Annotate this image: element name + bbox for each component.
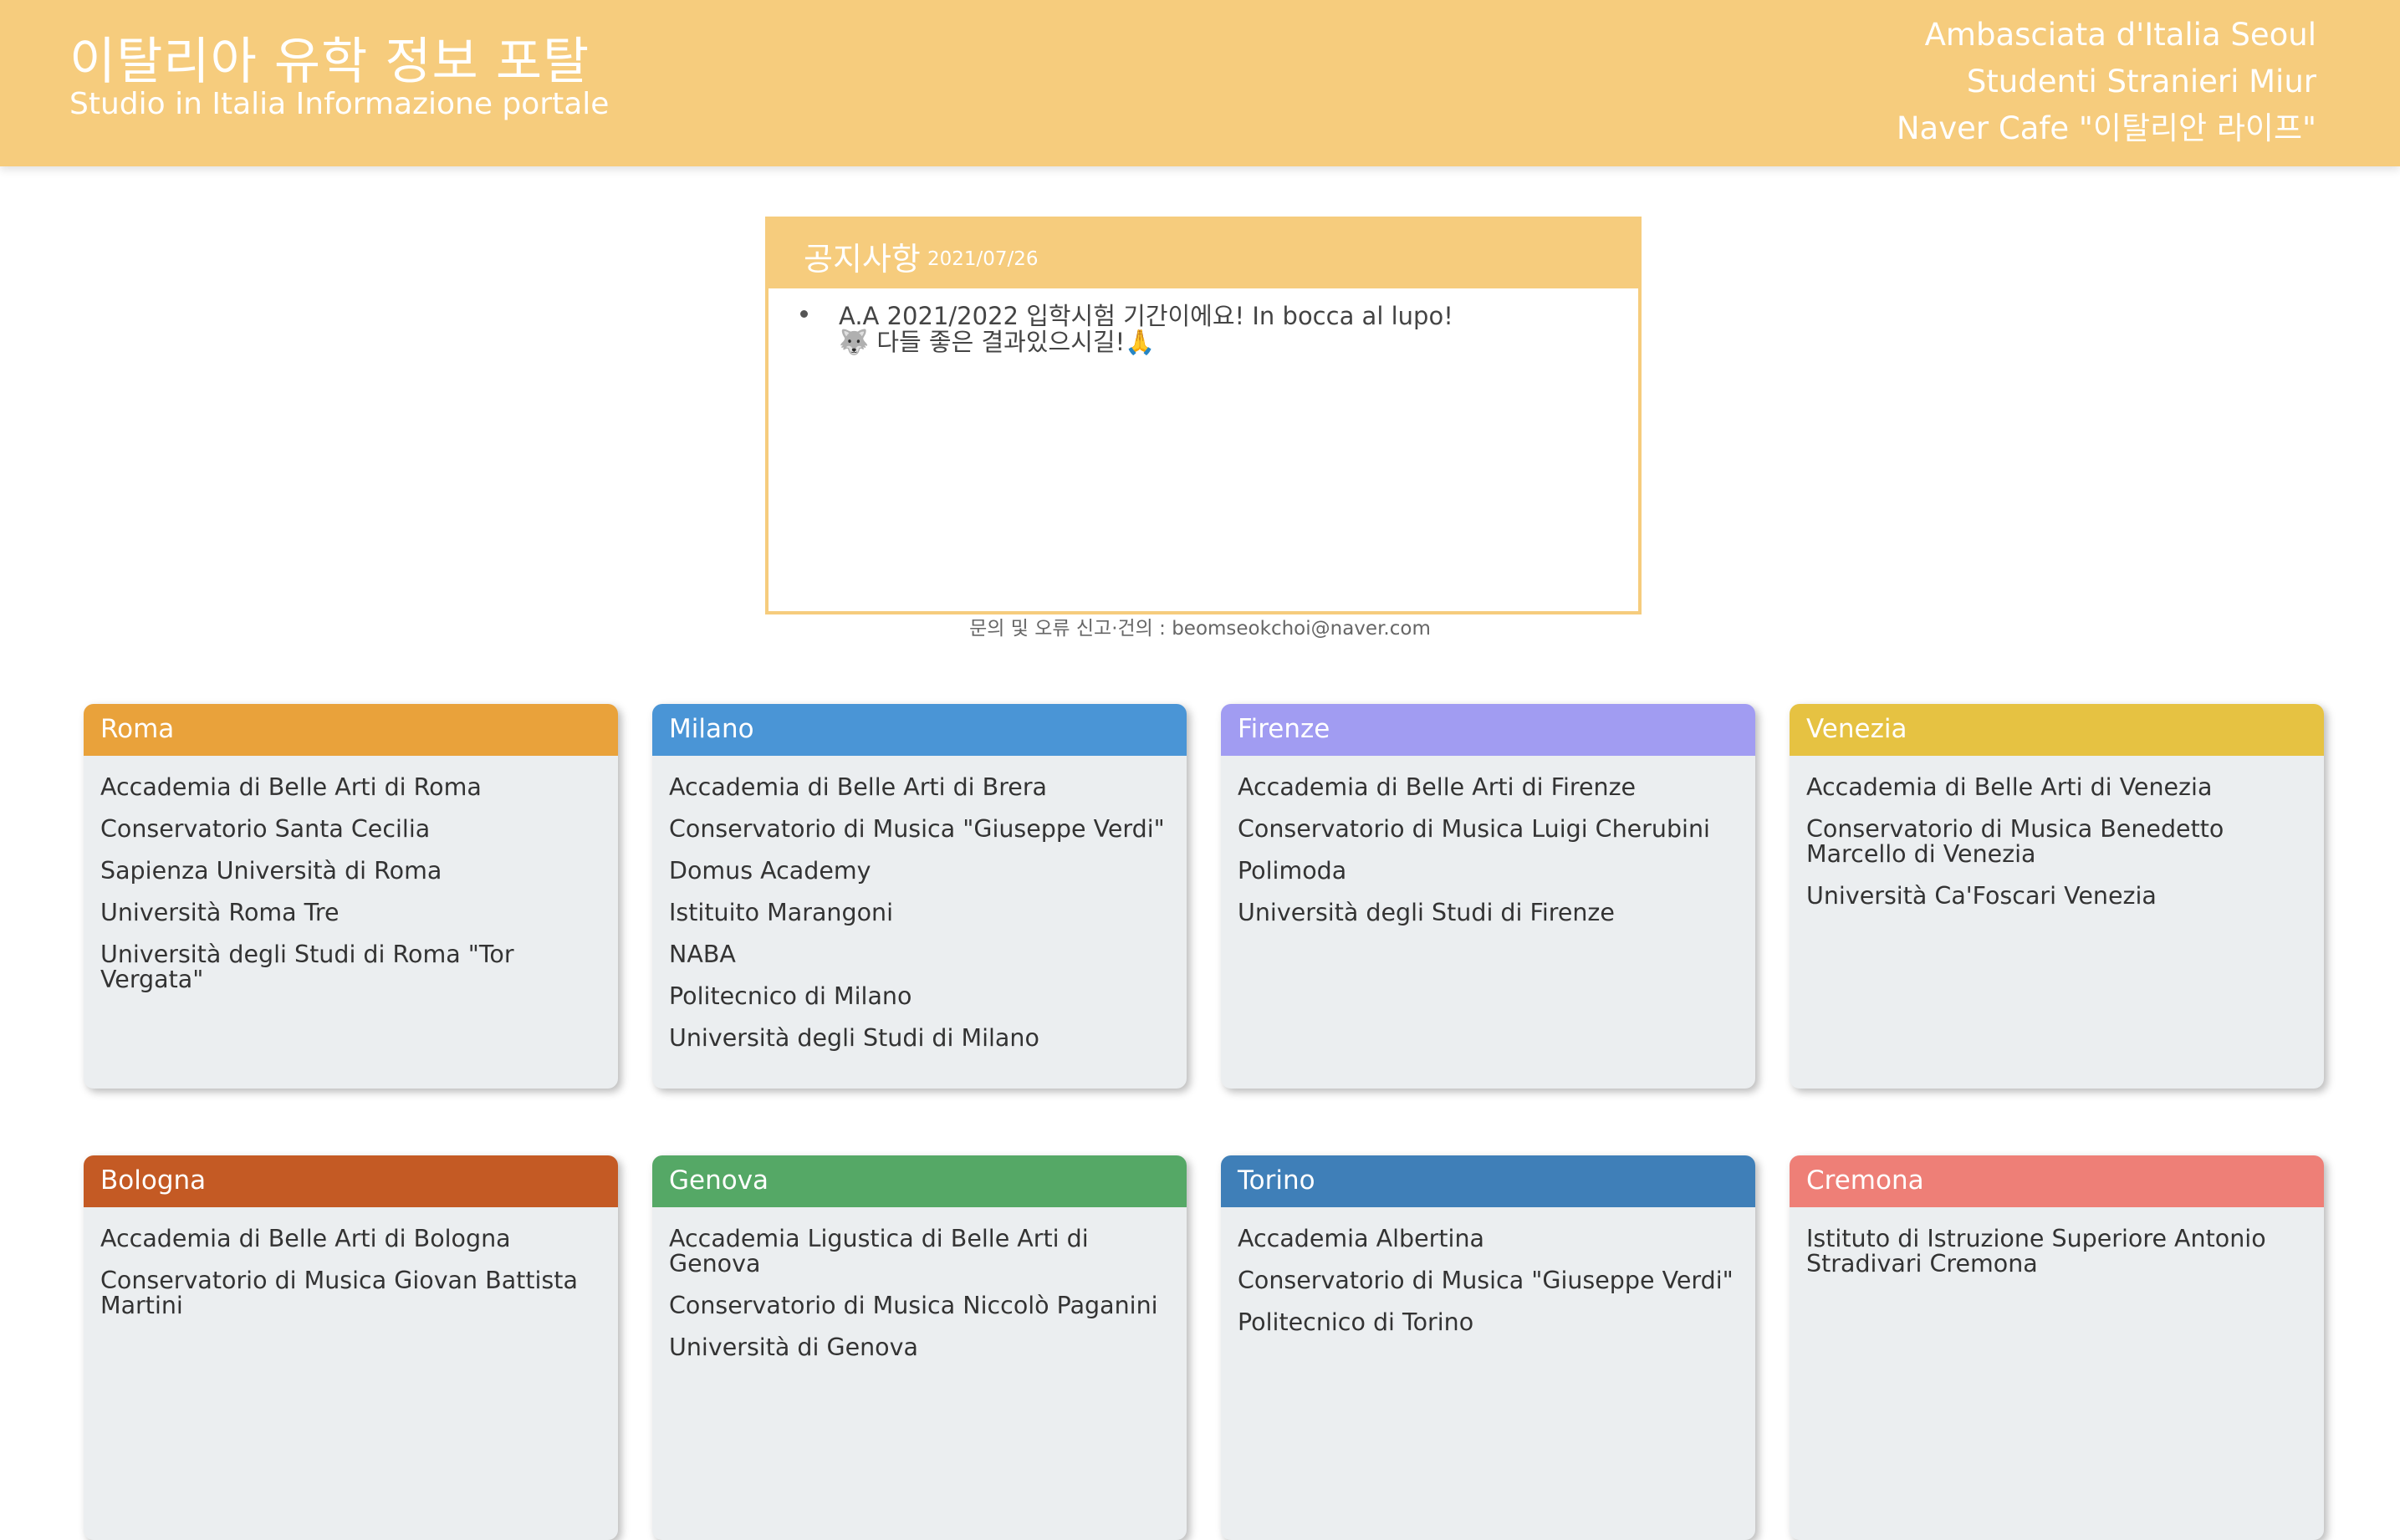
school-link[interactable]: Università degli Studi di Firenze [1238, 900, 1739, 926]
site-subtitle: Studio in Italia Informazione portale [69, 87, 610, 121]
embassy-link[interactable]: Ambasciata d'Italia Seoul [1897, 12, 2316, 59]
city-name: Firenze [1238, 714, 1330, 744]
city-name: Venezia [1806, 714, 1907, 744]
school-link[interactable]: Accademia di Belle Arti di Brera [669, 775, 1170, 800]
school-link[interactable]: Università Ca'Foscari Venezia [1806, 884, 2307, 909]
school-link[interactable]: Università di Genova [669, 1335, 1170, 1360]
contact-info: 문의 및 오류 신고·건의 : beomseokchoi@naver.com [969, 618, 1431, 640]
notice-header: 공지사항 2021/07/26 [769, 220, 1638, 288]
school-link[interactable]: Accademia Albertina [1238, 1226, 1739, 1252]
city-card-header: Venezia [1790, 704, 2324, 756]
school-list: Accademia di Belle Arti di Firenze Conser… [1238, 775, 1739, 942]
school-list: Istituto di Istruzione Superiore Antonio… [1806, 1226, 2307, 1293]
city-card-torino: Torino Accademia Albertina Conservatorio d… [1221, 1155, 1755, 1540]
city-name: Roma [100, 714, 175, 744]
city-card-header: Torino [1221, 1155, 1755, 1207]
school-list: Accademia di Belle Arti di Roma Conservat… [100, 775, 601, 1009]
school-link[interactable]: Conservatorio Santa Cecilia [100, 817, 601, 842]
naver-cafe-link[interactable]: Naver Cafe "이탈리안 라이프" [1897, 105, 2316, 152]
city-card-firenze: Firenze Accademia di Belle Arti di Firenz… [1221, 704, 1755, 1089]
site-header: 이탈리아 유학 정보 포탈 Studio in Italia Informazi… [0, 0, 2400, 166]
school-link[interactable]: Accademia Ligustica di Belle Arti di Gen… [669, 1226, 1170, 1277]
school-link[interactable]: Conservatorio di Musica Benedetto Marcel… [1806, 817, 2307, 867]
notice-bullet [800, 310, 808, 318]
school-link[interactable]: Istituto di Istruzione Superiore Antonio… [1806, 1226, 2307, 1277]
school-link[interactable]: Conservatorio di Musica Luigi Cherubini [1238, 817, 1739, 842]
school-link[interactable]: NABA [669, 942, 1170, 967]
city-card-roma: Roma Accademia di Belle Arti di Roma Conse… [84, 704, 618, 1089]
city-card-header: Bologna [84, 1155, 618, 1207]
school-link[interactable]: Conservatorio di Musica Niccolò Paganini [669, 1293, 1170, 1318]
city-card-header: Firenze [1221, 704, 1755, 756]
city-name: Milano [669, 714, 754, 744]
city-name: Genova [669, 1165, 769, 1196]
city-card-header: Milano [652, 704, 1187, 756]
city-name: Cremona [1806, 1165, 1924, 1196]
city-card-header: Roma [84, 704, 618, 756]
city-card-milano: Milano Accademia di Belle Arti di Brera Co… [652, 704, 1187, 1089]
miur-link[interactable]: Studenti Stranieri Miur [1897, 59, 2316, 105]
notice-title: 공지사항 [804, 241, 921, 278]
school-link[interactable]: Accademia di Belle Arti di Venezia [1806, 775, 2307, 800]
site-title: 이탈리아 유학 정보 포탈 [69, 33, 590, 91]
school-link[interactable]: Conservatorio di Musica "Giuseppe Verdi" [669, 817, 1170, 842]
notice-item: A.A 2021/2022 입학시험 기간이에요! In bocca al lu… [839, 302, 1453, 356]
school-link[interactable]: Istituito Marangoni [669, 900, 1170, 926]
header-links: Ambasciata d'Italia Seoul Studenti Stran… [1897, 12, 2316, 152]
school-link[interactable]: Accademia di Belle Arti di Roma [100, 775, 601, 800]
school-link[interactable]: Domus Academy [669, 859, 1170, 884]
notice-date: 2021/07/26 [927, 248, 1039, 270]
school-link[interactable]: Accademia di Belle Arti di Firenze [1238, 775, 1739, 800]
city-card-header: Cremona [1790, 1155, 2324, 1207]
school-list: Accademia Albertina Conservatorio di Musi… [1238, 1226, 1739, 1352]
school-link[interactable]: Sapienza Università di Roma [100, 859, 601, 884]
city-card-genova: Genova Accademia Ligustica di Belle Arti … [652, 1155, 1187, 1540]
school-list: Accademia di Belle Arti di Venezia Conser… [1806, 775, 2307, 926]
city-card-cremona: Cremona Istituto di Istruzione Superiore … [1790, 1155, 2324, 1540]
city-name: Bologna [100, 1165, 207, 1196]
school-list: Accademia Ligustica di Belle Arti di Gen… [669, 1226, 1170, 1377]
city-name: Torino [1238, 1165, 1315, 1196]
school-link[interactable]: Politecnico di Milano [669, 984, 1170, 1009]
notice-panel: 공지사항 2021/07/26 A.A 2021/2022 입학시험 기간이에요… [765, 217, 1642, 614]
school-link[interactable]: Accademia di Belle Arti di Bologna [100, 1226, 601, 1252]
city-card-header: Genova [652, 1155, 1187, 1207]
school-link[interactable]: Università degli Studi di Milano [669, 1026, 1170, 1051]
school-list: Accademia di Belle Arti di Brera Conserva… [669, 775, 1170, 1068]
city-card-venezia: Venezia Accademia di Belle Arti di Venezi… [1790, 704, 2324, 1089]
school-link[interactable]: Università degli Studi di Roma "Tor Verg… [100, 942, 601, 992]
school-link[interactable]: Conservatorio di Musica "Giuseppe Verdi" [1238, 1268, 1739, 1293]
school-link[interactable]: Polimoda [1238, 859, 1739, 884]
school-list: Accademia di Belle Arti di Bologna Conser… [100, 1226, 601, 1335]
school-link[interactable]: Politecnico di Torino [1238, 1310, 1739, 1335]
school-link[interactable]: Conservatorio di Musica Giovan Battista … [100, 1268, 601, 1318]
school-link[interactable]: Università Roma Tre [100, 900, 601, 926]
city-card-bologna: Bologna Accademia di Belle Arti di Bologn… [84, 1155, 618, 1540]
